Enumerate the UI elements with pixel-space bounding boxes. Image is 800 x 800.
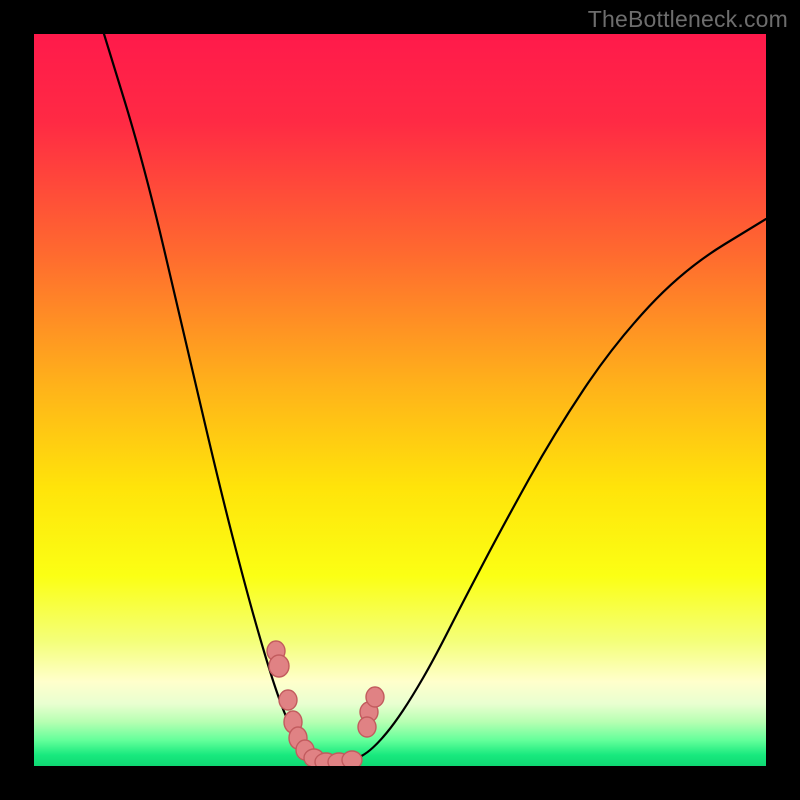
data-marker: [366, 687, 384, 707]
data-marker: [269, 655, 289, 677]
plot-area: [34, 34, 766, 766]
bottleneck-curve: [104, 34, 766, 763]
chart-svg: [34, 34, 766, 766]
data-markers: [267, 641, 384, 766]
chart-frame: TheBottleneck.com: [0, 0, 800, 800]
data-marker: [342, 751, 362, 766]
watermark-text: TheBottleneck.com: [588, 6, 788, 33]
data-marker: [279, 690, 297, 710]
data-marker: [358, 717, 376, 737]
